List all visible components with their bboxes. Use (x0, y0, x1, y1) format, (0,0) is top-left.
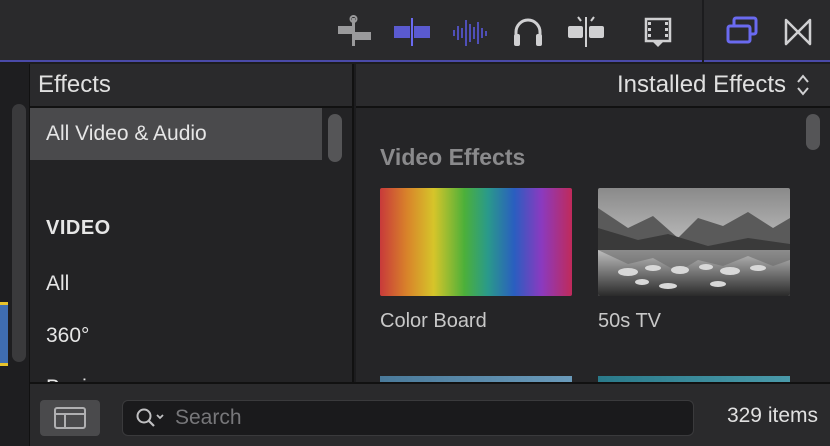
pane-title: Effects (38, 71, 111, 98)
sidebar-layout-icon (54, 407, 86, 429)
browser-scrollbar[interactable] (12, 104, 26, 362)
item-count: 329 items (726, 404, 818, 427)
effect-thumbnail-50s-tv[interactable] (598, 188, 790, 296)
updown-chevron-icon (797, 74, 809, 96)
category-header: Effects (30, 64, 352, 108)
effects-grid-pane: Installed Effects Video Effects Color Bo… (356, 64, 830, 382)
timeline-toolbar (0, 0, 830, 62)
category-all[interactable]: All (30, 258, 322, 310)
effect-thumbnail-color-board[interactable] (380, 188, 572, 296)
category-all-video-audio[interactable]: All Video & Audio (30, 108, 322, 160)
category-section-video: VIDEO (46, 216, 111, 239)
snapping-icon[interactable] (392, 14, 432, 50)
category-scrollbar[interactable] (328, 114, 342, 162)
effects-category-pane: Effects All Video & Audio VIDEO All 360°… (30, 64, 354, 382)
search-input[interactable] (175, 406, 655, 430)
section-title: Video Effects (380, 144, 526, 170)
effect-label: 50s TV (598, 310, 661, 332)
dropdown-label: Installed Effects (617, 71, 786, 98)
browser-bottom-bar: 329 items (30, 382, 830, 446)
search-icon[interactable] (135, 407, 167, 429)
search-field[interactable] (122, 400, 694, 436)
category-basics[interactable]: Basics (30, 362, 322, 382)
timeline-clip-edge (0, 302, 8, 366)
transitions-browser-icon[interactable] (778, 14, 818, 50)
video-frame-icon[interactable] (638, 14, 678, 50)
category-360[interactable]: 360° (30, 310, 322, 362)
installed-effects-dropdown[interactable]: Installed Effects (617, 71, 810, 99)
skimming-icon[interactable] (566, 14, 606, 50)
clip-appearance-icon[interactable] (334, 14, 374, 50)
effects-header: Installed Effects (356, 64, 830, 108)
toolbar-separator (702, 0, 704, 62)
headphones-icon[interactable] (508, 14, 548, 50)
effects-scrollbar[interactable] (806, 114, 820, 150)
audio-waveform-icon[interactable] (450, 14, 490, 50)
show-browser-icon[interactable] (722, 14, 762, 50)
sidebar-toggle-button[interactable] (40, 400, 100, 436)
effect-label: Color Board (380, 310, 487, 332)
